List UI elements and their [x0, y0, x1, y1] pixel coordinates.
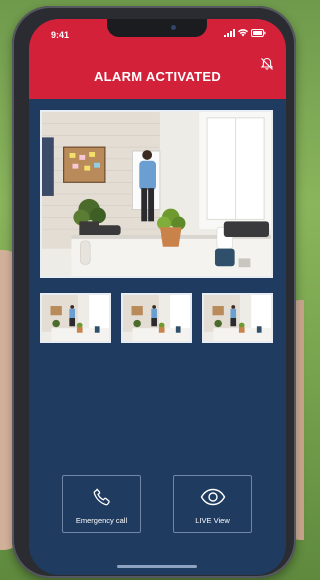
eye-icon [200, 484, 226, 510]
live-view-label: LIVE View [195, 515, 230, 525]
phone-notch [107, 19, 207, 37]
alarm-actions: Emergency call LIVE View [62, 475, 252, 533]
thumbnail-image [123, 295, 190, 341]
signal-icon [224, 29, 235, 37]
phone-frame: 9:41 ALARM ACTIVATED Emergency call LIVE… [12, 6, 296, 578]
home-indicator [117, 565, 197, 568]
thumbnail-image [204, 295, 271, 341]
battery-icon [251, 29, 266, 37]
status-icons [224, 29, 266, 37]
wifi-icon [238, 29, 248, 37]
emergency-call-button[interactable]: Emergency call [62, 475, 141, 533]
thumbnail-2[interactable] [121, 293, 192, 343]
emergency-call-label: Emergency call [75, 515, 128, 525]
alarm-header: 9:41 ALARM ACTIVATED [29, 19, 286, 99]
status-time: 9:41 [51, 30, 70, 40]
app-screen: 9:41 ALARM ACTIVATED Emergency call LIVE… [29, 19, 286, 575]
thumbnail-1[interactable] [40, 293, 111, 343]
thumbnail-image [42, 295, 109, 341]
thumbnail-3[interactable] [202, 293, 273, 343]
phone-icon [91, 484, 113, 510]
camera-thumbnails [40, 293, 273, 343]
camera-main-feed[interactable] [40, 110, 273, 278]
camera-feed-image [42, 112, 271, 276]
live-view-button[interactable]: LIVE View [173, 475, 252, 533]
alarm-title: ALARM ACTIVATED [93, 69, 222, 84]
